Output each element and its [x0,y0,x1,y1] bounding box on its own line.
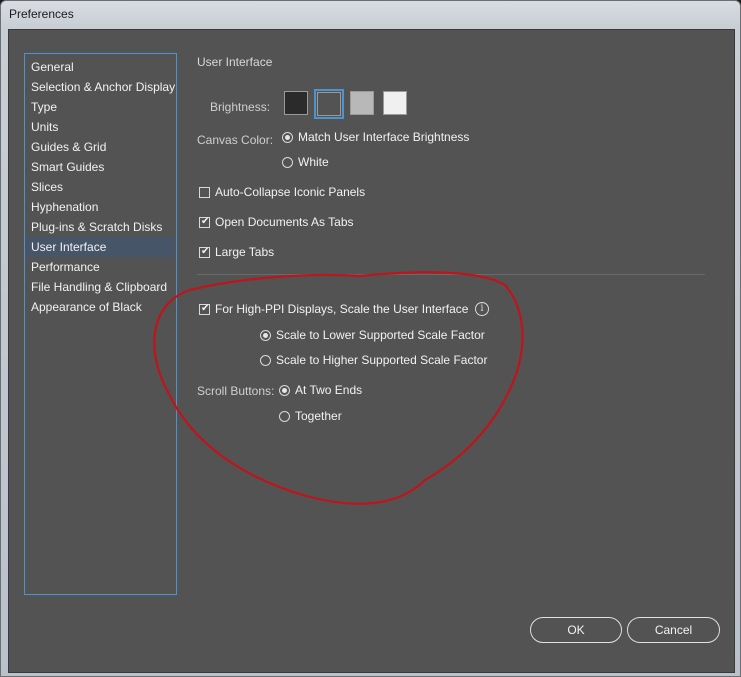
section-title: User Interface [197,55,273,69]
open-as-tabs-label[interactable]: Open Documents As Tabs [215,215,354,229]
ok-button[interactable]: OK [530,617,622,643]
info-icon[interactable]: i [475,302,489,316]
open-as-tabs-checkbox[interactable]: ✔ [199,216,210,228]
checkmark-icon: ✔ [201,246,210,257]
section-divider [197,274,705,275]
canvas-match-ui-label[interactable]: Match User Interface Brightness [298,130,469,144]
checkmark-icon: ✔ [201,216,210,227]
dialog-content: General Selection & Anchor Display Type … [8,29,735,673]
scroll-buttons-label: Scroll Buttons: [197,384,275,398]
sidebar-item-hyphenation[interactable]: Hyphenation [26,197,175,217]
canvas-white-radio[interactable] [282,157,293,168]
sidebar-item-guides-grid[interactable]: Guides & Grid [26,137,175,157]
sidebar-item-type[interactable]: Type [26,97,175,117]
canvas-color-label: Canvas Color: [197,133,274,147]
scroll-together-radio[interactable] [279,411,290,422]
brightness-swatch-medium-light[interactable] [350,91,374,115]
scroll-two-ends-radio[interactable] [279,385,290,396]
sidebar-item-selection-anchor-display[interactable]: Selection & Anchor Display [26,77,175,97]
brightness-label: Brightness: [210,100,271,114]
checkmark-icon: ✔ [201,303,210,314]
sidebar-item-appearance-of-black[interactable]: Appearance of Black [26,297,175,317]
scroll-two-ends-label[interactable]: At Two Ends [295,383,362,397]
canvas-white-label[interactable]: White [298,155,329,169]
preferences-category-list: General Selection & Anchor Display Type … [24,53,177,595]
sidebar-item-performance[interactable]: Performance [26,257,175,277]
radio-selected-dot [282,388,287,393]
high-ppi-label[interactable]: For High-PPI Displays, Scale the User In… [215,302,468,316]
sidebar-item-user-interface[interactable]: User Interface [26,237,175,257]
auto-collapse-label[interactable]: Auto-Collapse Iconic Panels [215,185,365,199]
scale-higher-label[interactable]: Scale to Higher Supported Scale Factor [276,353,487,367]
radio-selected-dot [285,135,290,140]
scale-higher-radio[interactable] [260,355,271,366]
title-bar[interactable]: Preferences [1,1,740,29]
preferences-dialog: Preferences General Selection & Anchor D… [0,0,741,677]
brightness-swatch-medium-dark[interactable] [317,92,341,116]
large-tabs-label[interactable]: Large Tabs [215,245,274,259]
scale-lower-radio[interactable] [260,330,271,341]
scale-lower-label[interactable]: Scale to Lower Supported Scale Factor [276,328,485,342]
radio-selected-dot [263,333,268,338]
sidebar-item-slices[interactable]: Slices [26,177,175,197]
large-tabs-checkbox[interactable]: ✔ [199,246,210,258]
brightness-swatch-light[interactable] [383,91,407,115]
sidebar-item-file-handling-clipboard[interactable]: File Handling & Clipboard [26,277,175,297]
auto-collapse-checkbox[interactable] [199,187,210,198]
window-title: Preferences [9,7,74,21]
scroll-together-label[interactable]: Together [295,409,342,423]
sidebar-item-plugins-scratch-disks[interactable]: Plug-ins & Scratch Disks [26,217,175,237]
cancel-button[interactable]: Cancel [627,617,720,643]
brightness-swatch-dark[interactable] [284,91,308,115]
high-ppi-checkbox[interactable]: ✔ [199,303,210,315]
sidebar-item-general[interactable]: General [26,57,175,77]
sidebar-item-units[interactable]: Units [26,117,175,137]
canvas-match-ui-radio[interactable] [282,132,293,143]
sidebar-item-smart-guides[interactable]: Smart Guides [26,157,175,177]
